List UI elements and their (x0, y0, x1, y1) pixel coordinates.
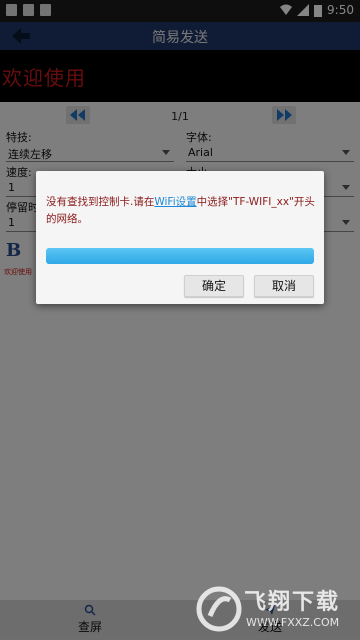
progress-bar (46, 248, 314, 264)
cancel-button[interactable]: 取消 (254, 275, 314, 297)
watermark: 飞翔下载 WWW.FXXZ.COM (192, 578, 360, 640)
dialog-message: 没有查找到控制卡.请在WiFi设置中选择"TF-WIFI_xx"开头的网络。 (46, 194, 318, 228)
watermark-url: WWW.FXXZ.COM (246, 616, 340, 629)
dialog-message-start: 没有查找到控制卡.请在 (46, 196, 155, 208)
progress-fill (46, 248, 314, 264)
wifi-settings-link[interactable]: WiFi设置 (154, 196, 196, 208)
modal-overlay (0, 0, 360, 640)
alert-dialog: 没有查找到控制卡.请在WiFi设置中选择"TF-WIFI_xx"开头的网络。 确… (36, 171, 324, 304)
watermark-logo-icon (196, 586, 242, 632)
watermark-text: 飞翔下载 (244, 590, 341, 615)
ok-button[interactable]: 确定 (184, 275, 244, 297)
